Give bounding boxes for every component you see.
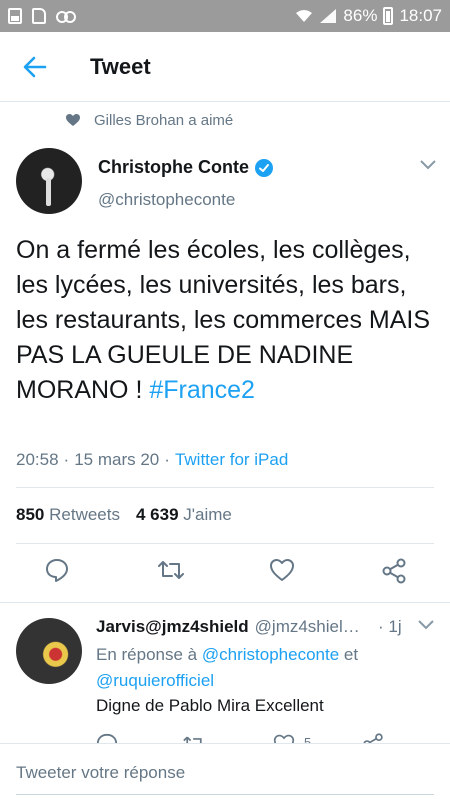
reply-context: En réponse à @christopheconte et @ruquie… xyxy=(96,642,426,694)
author-name[interactable]: Christophe Conte xyxy=(98,157,249,178)
tweet-time: 20:58 xyxy=(16,450,59,469)
reply-composer: Tweeter votre réponse xyxy=(0,743,450,800)
tweet-text: On a fermé les écoles, les collèges, les… xyxy=(16,233,436,408)
tweet-date: 15 mars 20 xyxy=(74,450,160,469)
reply-icon[interactable] xyxy=(45,558,69,582)
retweets-stat[interactable]: 850 Retweets xyxy=(16,505,120,525)
avatar[interactable] xyxy=(16,148,82,214)
social-context: Gilles Brohan a aimé xyxy=(66,112,233,129)
voicemail-icon xyxy=(56,11,76,23)
reply-avatar[interactable] xyxy=(16,618,82,684)
share-icon[interactable] xyxy=(381,558,407,584)
clock: 18:07 xyxy=(399,6,442,25)
verified-badge-icon xyxy=(255,158,273,177)
reply-chevron-down-icon[interactable] xyxy=(418,620,434,630)
arrow-left-icon xyxy=(23,56,47,77)
likes-stat[interactable]: 4 639 J'aime xyxy=(136,505,232,525)
wifi-icon xyxy=(295,9,313,23)
hashtag-link[interactable]: #France2 xyxy=(149,376,255,404)
image-notification-icon xyxy=(8,8,22,24)
divider xyxy=(0,602,450,603)
mention-link[interactable]: @ruquierofficiel xyxy=(96,671,214,690)
reply-text: Digne de Pablo Mira Excellent xyxy=(96,696,324,715)
reply-author-name[interactable]: Jarvis@jmz4shield xyxy=(96,617,249,637)
reply-input[interactable]: Tweeter votre réponse xyxy=(16,763,185,783)
reply-time: · 1j xyxy=(378,617,402,636)
tweet-source-link[interactable]: Twitter for iPad xyxy=(175,450,288,470)
tweet-meta: 20:58 · 15 mars 20 · Twitter for iPad xyxy=(16,450,289,470)
retweets-label: Retweets xyxy=(49,505,120,524)
back-button[interactable] xyxy=(0,56,70,78)
likes-count: 4 639 xyxy=(135,505,179,524)
reply-conj: et xyxy=(343,645,359,664)
battery-icon xyxy=(383,7,394,25)
sd-card-icon xyxy=(32,8,46,24)
heart-icon xyxy=(66,114,80,126)
reply-prefix: En réponse à xyxy=(96,645,198,664)
reply-header: Jarvis@jmz4shield @jmz4shiel… · 1j xyxy=(96,617,436,637)
social-context-label: Gilles Brohan a aimé xyxy=(94,112,234,129)
tweet-actions xyxy=(0,558,450,588)
divider xyxy=(16,487,434,488)
chevron-down-icon[interactable] xyxy=(420,160,436,170)
page-title: Tweet xyxy=(90,53,151,79)
likes-label: J'aime xyxy=(183,505,232,524)
input-underline xyxy=(16,794,434,795)
battery-percent: 86% xyxy=(343,6,378,25)
status-bar: 86% 18:07 xyxy=(0,0,450,32)
author-handle[interactable]: @christopheconte xyxy=(98,190,235,210)
mention-link[interactable]: @christopheconte xyxy=(202,645,339,664)
retweet-icon[interactable] xyxy=(158,558,184,582)
reply-author-handle[interactable]: @jmz4shiel… xyxy=(255,617,360,637)
author-row[interactable]: Christophe Conte xyxy=(98,157,273,178)
like-icon[interactable] xyxy=(269,558,295,582)
divider xyxy=(16,543,434,544)
notification-icons xyxy=(8,8,76,24)
signal-icon xyxy=(319,8,337,24)
tweet-stats: 850 Retweets 4 639 J'aime xyxy=(16,505,232,525)
app-header: Tweet xyxy=(0,32,450,102)
retweets-count: 850 xyxy=(16,505,45,524)
